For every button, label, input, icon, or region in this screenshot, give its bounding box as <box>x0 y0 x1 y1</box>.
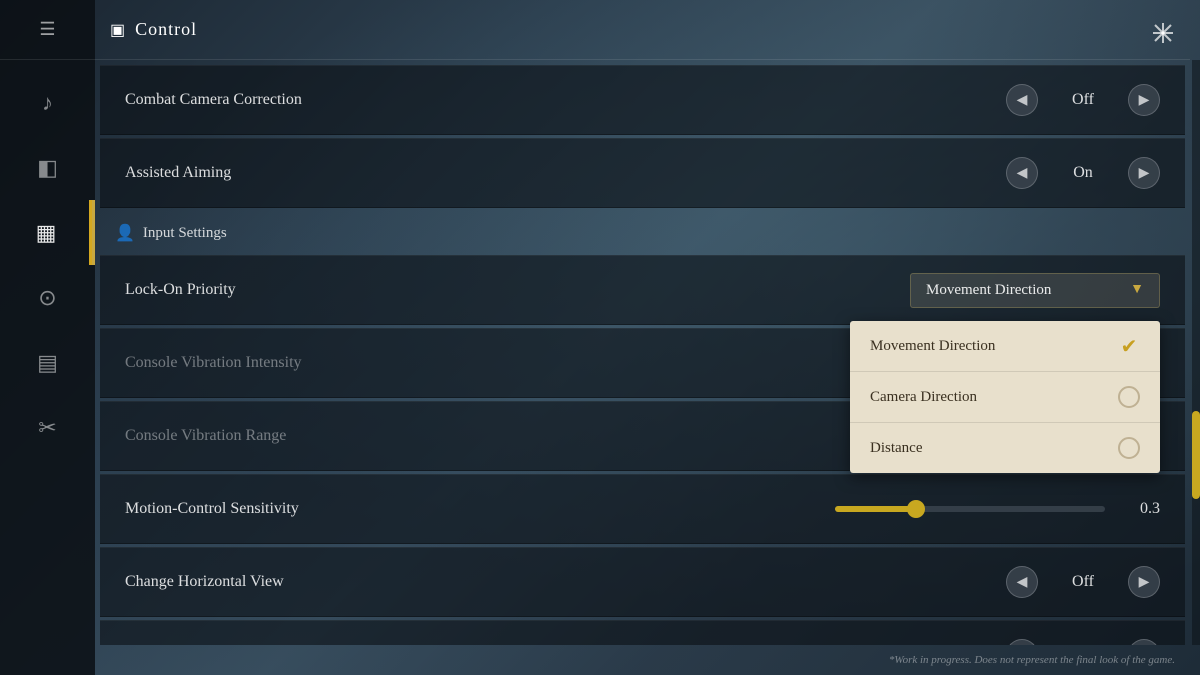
assisted-aiming-label: Assisted Aiming <box>125 164 1006 182</box>
active-indicator <box>89 200 92 265</box>
lock-on-priority-value: Movement Direction <box>926 282 1051 299</box>
combat-camera-next-btn[interactable]: ▶ <box>1128 84 1160 116</box>
sidebar-nav: ♪ ◧ ▦ ⊙ ▤ ✂ <box>0 70 95 460</box>
assisted-aiming-control: ◀ On ▶ <box>1006 157 1160 189</box>
assisted-aiming-row: Assisted Aiming ◀ On ▶ <box>100 138 1185 208</box>
sidebar-item-tools[interactable]: ✂ <box>0 395 95 460</box>
image-icon: ◧ <box>33 153 63 183</box>
horizontal-view-value: Off <box>1053 573 1113 591</box>
input-settings-label: Input Settings <box>143 225 227 242</box>
motion-control-slider-track[interactable] <box>835 506 1105 512</box>
camera-direction-option-label: Camera Direction <box>870 389 977 406</box>
page-header: ▣ Control <box>95 0 1190 60</box>
assisted-aiming-value: On <box>1053 164 1113 182</box>
movement-direction-option-label: Movement Direction <box>870 338 995 355</box>
dropdown-option-movement[interactable]: Movement Direction ✔ <box>850 321 1160 372</box>
tools-icon: ✂ <box>33 413 63 443</box>
motion-control-sensitivity-row: Motion-Control Sensitivity 0.3 <box>100 474 1185 544</box>
input-settings-icon: 👤 <box>115 223 135 243</box>
header-icon: ▣ <box>110 20 125 40</box>
page-title: Control <box>135 19 197 40</box>
settings-list: Combat Camera Correction ◀ Off ▶ Assiste… <box>95 60 1190 645</box>
horizontal-view-next-btn[interactable]: ▶ <box>1128 566 1160 598</box>
combat-camera-row: Combat Camera Correction ◀ Off ▶ <box>100 65 1185 135</box>
sidebar-item-image[interactable]: ◧ <box>0 135 95 200</box>
sidebar: ☰ ♪ ◧ ▦ ⊙ ▤ ✂ <box>0 0 95 675</box>
dropdown-option-distance[interactable]: Distance <box>850 423 1160 473</box>
combat-camera-value: Off <box>1053 91 1113 109</box>
dropdown-arrow-icon: ▼ <box>1130 282 1144 298</box>
input-settings-header: 👤 Input Settings <box>100 213 1185 253</box>
music-icon: ♪ <box>33 88 63 118</box>
motion-control-value: 0.3 <box>1120 500 1160 518</box>
main-content: ▣ Control Combat Camera Correction ◀ Off… <box>95 0 1190 675</box>
movement-direction-radio: ✔ <box>1118 335 1140 357</box>
sidebar-item-chat[interactable]: ▤ <box>0 330 95 395</box>
scrollbar[interactable] <box>1192 60 1200 645</box>
vertical-view-prev-btn[interactable]: ◀ <box>1006 639 1038 645</box>
gamepad-icon: ⊙ <box>33 283 63 313</box>
distance-option-label: Distance <box>870 440 922 457</box>
sidebar-item-gamepad[interactable]: ⊙ <box>0 265 95 330</box>
footer-note-text: *Work in progress. Does not represent th… <box>889 654 1175 666</box>
slider-thumb[interactable] <box>907 500 925 518</box>
scrollbar-thumb[interactable] <box>1192 411 1200 499</box>
dropdown-option-camera[interactable]: Camera Direction <box>850 372 1160 423</box>
display-icon: ▦ <box>31 218 61 248</box>
horizontal-view-label: Change Horizontal View <box>125 573 1006 591</box>
horizontal-view-prev-btn[interactable]: ◀ <box>1006 566 1038 598</box>
lock-on-priority-row: Lock-On Priority Movement Direction ▼ Mo… <box>100 255 1185 325</box>
chat-icon: ▤ <box>33 348 63 378</box>
horizontal-view-row: Change Horizontal View ◀ Off ▶ <box>100 547 1185 617</box>
combat-camera-label: Combat Camera Correction <box>125 91 1006 109</box>
horizontal-view-control: ◀ Off ▶ <box>1006 566 1160 598</box>
assisted-aiming-next-btn[interactable]: ▶ <box>1128 157 1160 189</box>
close-icon <box>1149 19 1177 47</box>
vertical-view-next-btn[interactable]: ▶ <box>1128 639 1160 645</box>
sidebar-item-display[interactable]: ▦ <box>0 200 95 265</box>
footer: *Work in progress. Does not represent th… <box>95 645 1190 675</box>
combat-camera-prev-btn[interactable]: ◀ <box>1006 84 1038 116</box>
lock-on-priority-label: Lock-On Priority <box>125 281 910 299</box>
motion-control-slider-container: 0.3 <box>835 500 1160 518</box>
lock-on-priority-menu: Movement Direction ✔ Camera Direction Di… <box>850 321 1160 473</box>
sidebar-item-music[interactable]: ♪ <box>0 70 95 135</box>
assisted-aiming-prev-btn[interactable]: ◀ <box>1006 157 1038 189</box>
sidebar-header: ☰ <box>0 0 95 60</box>
motion-control-label: Motion-Control Sensitivity <box>125 500 835 518</box>
vertical-view-control: ◀ Off ▶ <box>1006 639 1160 645</box>
lock-on-priority-dropdown[interactable]: Movement Direction ▼ <box>910 273 1160 308</box>
camera-direction-radio <box>1118 386 1140 408</box>
check-icon: ✔ <box>1121 334 1138 359</box>
distance-radio <box>1118 437 1140 459</box>
close-button[interactable] <box>1145 15 1180 50</box>
slider-fill <box>835 506 916 512</box>
vertical-view-row: Change Vertical View ◀ Off ▶ <box>100 620 1185 645</box>
combat-camera-control: ◀ Off ▶ <box>1006 84 1160 116</box>
